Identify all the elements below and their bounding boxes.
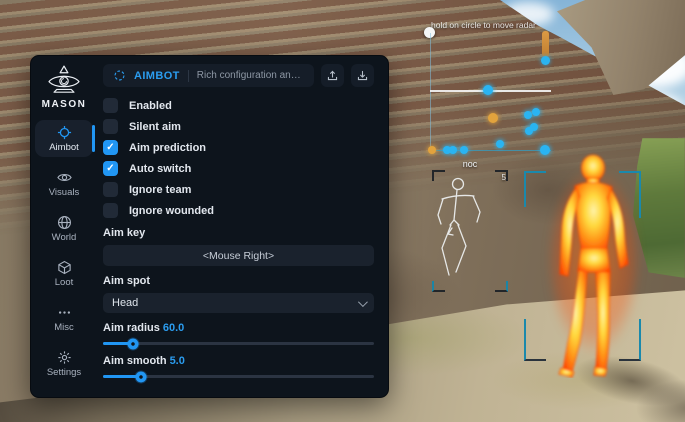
checkbox <box>103 98 118 113</box>
radar-dot-blue <box>540 145 550 155</box>
toggle-row[interactable]: Ignore team <box>103 182 374 197</box>
slider-thumb[interactable] <box>127 338 138 349</box>
toggle-list: Enabled Silent aim Aim prediction Auto s… <box>103 98 374 218</box>
sidebar: MASON Aimbot Visuals World Loot Misc Set… <box>31 56 97 397</box>
reticle-icon <box>113 69 126 82</box>
radar-zoom-slider[interactable] <box>542 31 549 57</box>
chevron-down-icon <box>358 297 368 307</box>
esp-player-name: noc <box>463 159 478 169</box>
slider-list: Aim radius60.0 Aim smooth5.0 <box>103 322 374 378</box>
esp-skeleton <box>428 172 514 294</box>
radar-dot-blue <box>532 108 540 116</box>
download-icon <box>356 69 369 82</box>
divider <box>188 70 189 82</box>
upload-icon <box>326 69 339 82</box>
brand-name: MASON <box>42 99 87 110</box>
aim-spot-select[interactable]: Head <box>103 293 374 313</box>
toggle-label: Enabled <box>129 100 172 112</box>
slider-track[interactable] <box>103 375 374 378</box>
sidebar-item-aimbot[interactable]: Aimbot <box>35 120 93 157</box>
toggle-label: Aim prediction <box>129 142 206 154</box>
esp-box-player <box>524 171 641 361</box>
toggle-row[interactable]: Silent aim <box>103 119 374 134</box>
radar-dot-orange <box>488 113 498 123</box>
aim-radius-slider: Aim radius60.0 <box>103 322 374 345</box>
toggle-label: Ignore team <box>129 184 191 196</box>
checkbox <box>103 119 118 134</box>
eye-icon <box>57 170 72 185</box>
toggle-label: Ignore wounded <box>129 205 214 217</box>
toggle-label: Silent aim <box>129 121 181 133</box>
checkbox <box>103 203 118 218</box>
globe-icon <box>57 215 72 230</box>
sidebar-item-misc[interactable]: Misc <box>35 300 93 337</box>
toggle-row[interactable]: Auto switch <box>103 161 374 176</box>
radar-dot-blue <box>460 146 468 154</box>
toggle-row[interactable]: Aim prediction <box>103 140 374 155</box>
toggle-row[interactable]: Enabled <box>103 98 374 113</box>
checkbox <box>103 140 118 155</box>
aim-smooth-slider: Aim smooth5.0 <box>103 355 374 378</box>
radar-widget: hold on circle to move radar <box>430 33 551 151</box>
sidebar-item-loot[interactable]: Loot <box>35 255 93 292</box>
sidebar-item-world[interactable]: World <box>35 210 93 247</box>
aim-key-button[interactable]: <Mouse Right> <box>103 245 374 266</box>
section-title: AIMBOT <box>134 70 180 82</box>
checkbox <box>103 161 118 176</box>
radar-dot-blue <box>449 146 457 154</box>
radar-dot-blue <box>496 140 504 148</box>
radar-left-line <box>430 33 431 151</box>
export-config-button[interactable] <box>321 64 344 87</box>
crosshair-icon <box>57 125 72 140</box>
cube-icon <box>57 260 72 275</box>
import-config-button[interactable] <box>351 64 374 87</box>
active-indicator <box>92 125 95 152</box>
gear-icon <box>57 350 72 365</box>
radar-dot-orange <box>428 146 436 154</box>
aim-spot-label: Aim spot <box>103 275 374 287</box>
aimbot-page: AIMBOT Rich configuration and fine-tunin… <box>97 56 388 397</box>
radar-dot-blue <box>524 111 532 119</box>
slider-thumb[interactable] <box>135 371 146 382</box>
bracket-corner <box>524 319 546 361</box>
toggle-row[interactable]: Ignore wounded <box>103 203 374 218</box>
aim-key-label: Aim key <box>103 227 374 239</box>
sidebar-item-settings[interactable]: Settings <box>35 345 93 382</box>
sidebar-nav: Aimbot Visuals World Loot Misc Settings <box>31 120 97 382</box>
bracket-corner <box>524 171 546 207</box>
radar-dot-blue <box>525 127 533 135</box>
section-subtitle: Rich configuration and fine-tuning <box>197 70 304 81</box>
game-screen: noc 5 hold on circle to move radar <box>0 0 685 422</box>
section-header: AIMBOT Rich configuration and fine-tunin… <box>103 64 314 87</box>
sidebar-item-visuals[interactable]: Visuals <box>35 165 93 202</box>
aim-spot-value: Head <box>112 297 138 309</box>
toggle-label: Auto switch <box>129 163 191 175</box>
cheat-menu-panel: MASON Aimbot Visuals World Loot Misc Set… <box>30 55 389 398</box>
mason-logo-icon <box>46 65 82 95</box>
bracket-corner <box>619 171 641 218</box>
checkbox <box>103 182 118 197</box>
slider-track[interactable] <box>103 342 374 345</box>
radar-tooltip: hold on circle to move radar <box>431 20 536 30</box>
radar-dot-blue <box>483 85 493 95</box>
dots-icon <box>57 305 72 320</box>
radar-zoom-handle[interactable] <box>541 56 550 65</box>
bracket-corner <box>619 319 641 361</box>
